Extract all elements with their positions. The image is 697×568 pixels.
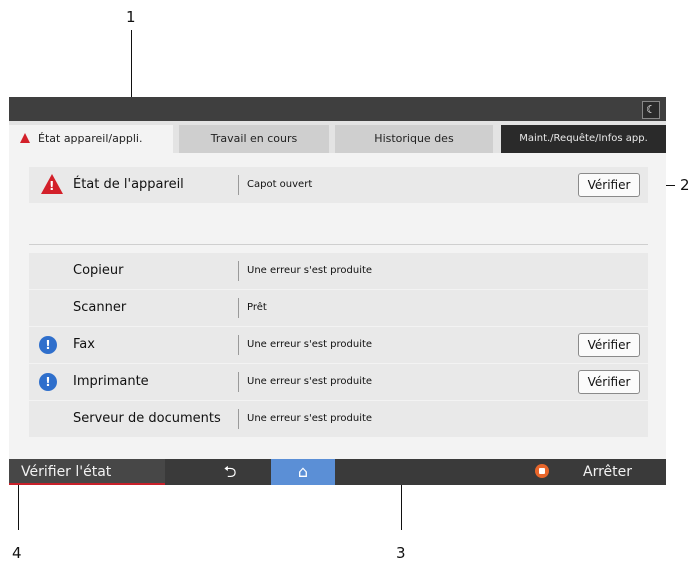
callout-1: 1 — [126, 8, 136, 26]
stop-icon — [535, 464, 549, 478]
bottom-bar: Vérifier l'état ⮌ ⌂ Arrêter — [9, 459, 666, 485]
function-row-copier: Copieur Une erreur s'est produite — [29, 253, 648, 289]
function-row-fax: ! Fax Une erreur s'est produite Vérifier — [29, 327, 648, 363]
tab-label: Historique des — [374, 132, 454, 145]
function-row-printer: ! Imprimante Une erreur s'est produite V… — [29, 364, 648, 400]
function-status: Une erreur s'est produite — [247, 413, 373, 424]
warning-icon — [20, 133, 30, 143]
moon-icon[interactable]: ☾ — [642, 101, 660, 119]
home-icon[interactable]: ⌂ — [271, 459, 335, 485]
device-status-label: État de l'appareil — [73, 177, 184, 192]
divider — [238, 409, 239, 429]
function-status: Une erreur s'est produite — [247, 376, 373, 387]
tab-current-jobs[interactable]: Travail en cours — [179, 125, 329, 153]
function-row-document-server: Serveur de documents Une erreur s'est pr… — [29, 401, 648, 437]
printer-check-button[interactable]: Vérifier — [578, 370, 640, 394]
divider — [238, 335, 239, 355]
callout-4: 4 — [12, 544, 22, 562]
device-screen: ☾ État appareil/appli. Travail en cours … — [9, 97, 666, 485]
top-bar: ☾ — [9, 97, 666, 121]
warning-icon: ! — [41, 174, 63, 194]
status-panel: ! État de l'appareil Capot ouvert Vérifi… — [9, 153, 666, 459]
divider — [238, 261, 239, 281]
function-name: Copieur — [73, 263, 124, 278]
tab-label: État appareil/appli. — [38, 132, 143, 145]
back-icon[interactable]: ⮌ — [205, 459, 255, 485]
function-name: Scanner — [73, 300, 127, 315]
tab-history[interactable]: Historique des — [335, 125, 493, 153]
callout-2: 2 — [680, 176, 690, 194]
device-status-value: Capot ouvert — [247, 179, 313, 190]
tab-maintenance[interactable]: Maint./Requête/Infos app. — [501, 125, 666, 153]
divider — [238, 372, 239, 392]
tab-label: Travail en cours — [210, 132, 298, 145]
divider — [238, 298, 239, 318]
tab-label: Maint./Requête/Infos app. — [519, 133, 648, 144]
function-status: Une erreur s'est produite — [247, 265, 373, 276]
function-status: Une erreur s'est produite — [247, 339, 373, 350]
fax-check-button[interactable]: Vérifier — [578, 333, 640, 357]
check-status-button[interactable]: Vérifier l'état — [9, 459, 165, 485]
info-icon: ! — [39, 373, 57, 391]
function-name: Fax — [73, 337, 95, 352]
section-divider — [29, 244, 648, 245]
function-name: Imprimante — [73, 374, 149, 389]
function-status: Prêt — [247, 302, 267, 313]
divider — [238, 175, 239, 195]
stop-button[interactable]: Arrêter — [529, 459, 666, 485]
stop-label: Arrêter — [583, 464, 633, 480]
tab-device-app-status[interactable]: État appareil/appli. — [9, 125, 173, 153]
function-name: Serveur de documents — [73, 411, 221, 426]
function-row-scanner: Scanner Prêt — [29, 290, 648, 326]
info-icon: ! — [39, 336, 57, 354]
device-status-row: ! État de l'appareil Capot ouvert Vérifi… — [29, 167, 648, 203]
callout-3: 3 — [396, 544, 406, 562]
device-check-button[interactable]: Vérifier — [578, 173, 640, 197]
